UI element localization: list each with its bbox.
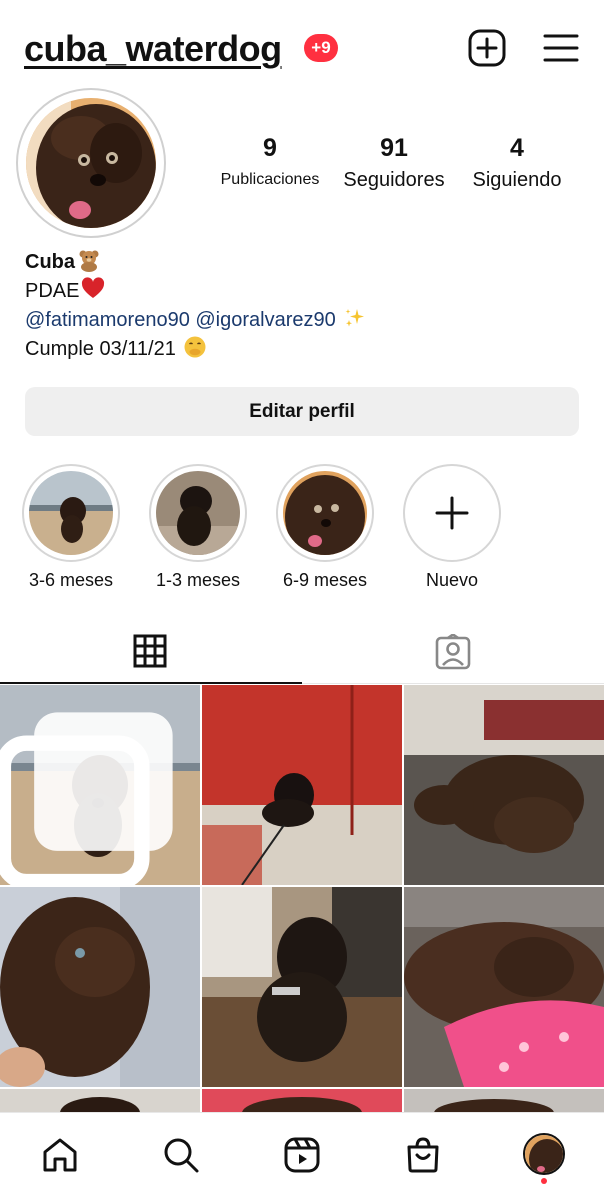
highlight-label: 6-9 meses — [282, 570, 368, 590]
followers-count-label: Seguidores — [343, 169, 445, 191]
post-thumbnail[interactable] — [0, 685, 200, 885]
notification-badge[interactable]: +9 — [304, 34, 338, 62]
edit-profile-button[interactable]: Editar perfil — [25, 387, 579, 436]
posts-count[interactable]: 9 Publicaciones — [212, 134, 328, 189]
tab-tagged[interactable] — [302, 620, 604, 684]
post-thumbnail[interactable] — [202, 887, 402, 1087]
bio-mentions-link[interactable]: @fatimamoreno90 @igoralvarez90 — [25, 309, 336, 331]
search-icon[interactable] — [161, 1135, 201, 1175]
highlight-item[interactable]: 3-6 meses — [21, 464, 121, 591]
highlight-label: Nuevo — [425, 570, 479, 590]
post-thumbnail[interactable] — [202, 685, 402, 885]
highlight-cover — [283, 471, 367, 555]
post-thumbnail[interactable] — [202, 1089, 402, 1113]
menu-icon[interactable] — [541, 28, 581, 68]
tagged-user-icon — [435, 634, 471, 670]
following-count-value: 4 — [510, 134, 524, 162]
post-thumbnail[interactable] — [0, 887, 200, 1087]
face-hand-over-mouth-emoji-icon — [184, 336, 206, 358]
followers-count[interactable]: 91 Seguidores — [334, 134, 454, 192]
new-post-icon[interactable] — [467, 28, 507, 68]
highlight-label: 3-6 meses — [28, 570, 114, 590]
shop-icon[interactable] — [403, 1135, 443, 1175]
highlight-cover — [29, 471, 113, 555]
username-title[interactable]: cuba_waterdog — [24, 28, 282, 70]
following-count-label: Siguiendo — [472, 169, 562, 191]
post-thumbnail[interactable] — [404, 685, 604, 885]
profile-avatar[interactable] — [16, 88, 166, 238]
bio-line-pdae: PDAE — [25, 280, 80, 302]
grid-icon — [133, 634, 167, 668]
highlight-item[interactable]: 6-9 meses — [275, 464, 375, 591]
highlight-item[interactable]: 1-3 meses — [148, 464, 248, 591]
profile-name: Cuba — [25, 251, 75, 273]
reels-icon[interactable] — [282, 1135, 322, 1175]
posts-count-value: 9 — [263, 134, 277, 162]
posts-count-label: Publicaciones — [220, 171, 320, 188]
notification-dot — [541, 1178, 547, 1184]
profile-tab-avatar[interactable] — [523, 1133, 565, 1175]
bio-birthday: Cumple 03/11/21 — [25, 338, 176, 360]
highlight-cover — [156, 471, 240, 555]
followers-count-value: 91 — [380, 134, 408, 162]
highlight-label: 1-3 meses — [155, 570, 241, 590]
red-heart-emoji-icon — [82, 277, 105, 298]
post-thumbnail[interactable] — [0, 1089, 200, 1113]
post-thumbnail[interactable] — [404, 1089, 604, 1113]
post-thumbnail[interactable] — [404, 887, 604, 1087]
tab-grid[interactable] — [0, 620, 302, 684]
home-icon[interactable] — [40, 1135, 80, 1175]
multiple-photos-icon — [0, 712, 173, 885]
sparkles-emoji-icon — [345, 309, 365, 327]
bottom-navigation — [0, 1112, 604, 1200]
profile-header: cuba_waterdog +9 — [0, 0, 604, 92]
new-highlight-button[interactable]: Nuevo — [402, 464, 502, 591]
plus-icon — [435, 496, 469, 530]
following-count[interactable]: 4 Siguiendo — [462, 134, 572, 192]
profile-bio: Cuba PDAE @fatimamoreno90 @igoralvarez90… — [25, 248, 367, 364]
teddy-bear-emoji-icon — [79, 250, 99, 272]
profile-photo — [26, 98, 156, 228]
